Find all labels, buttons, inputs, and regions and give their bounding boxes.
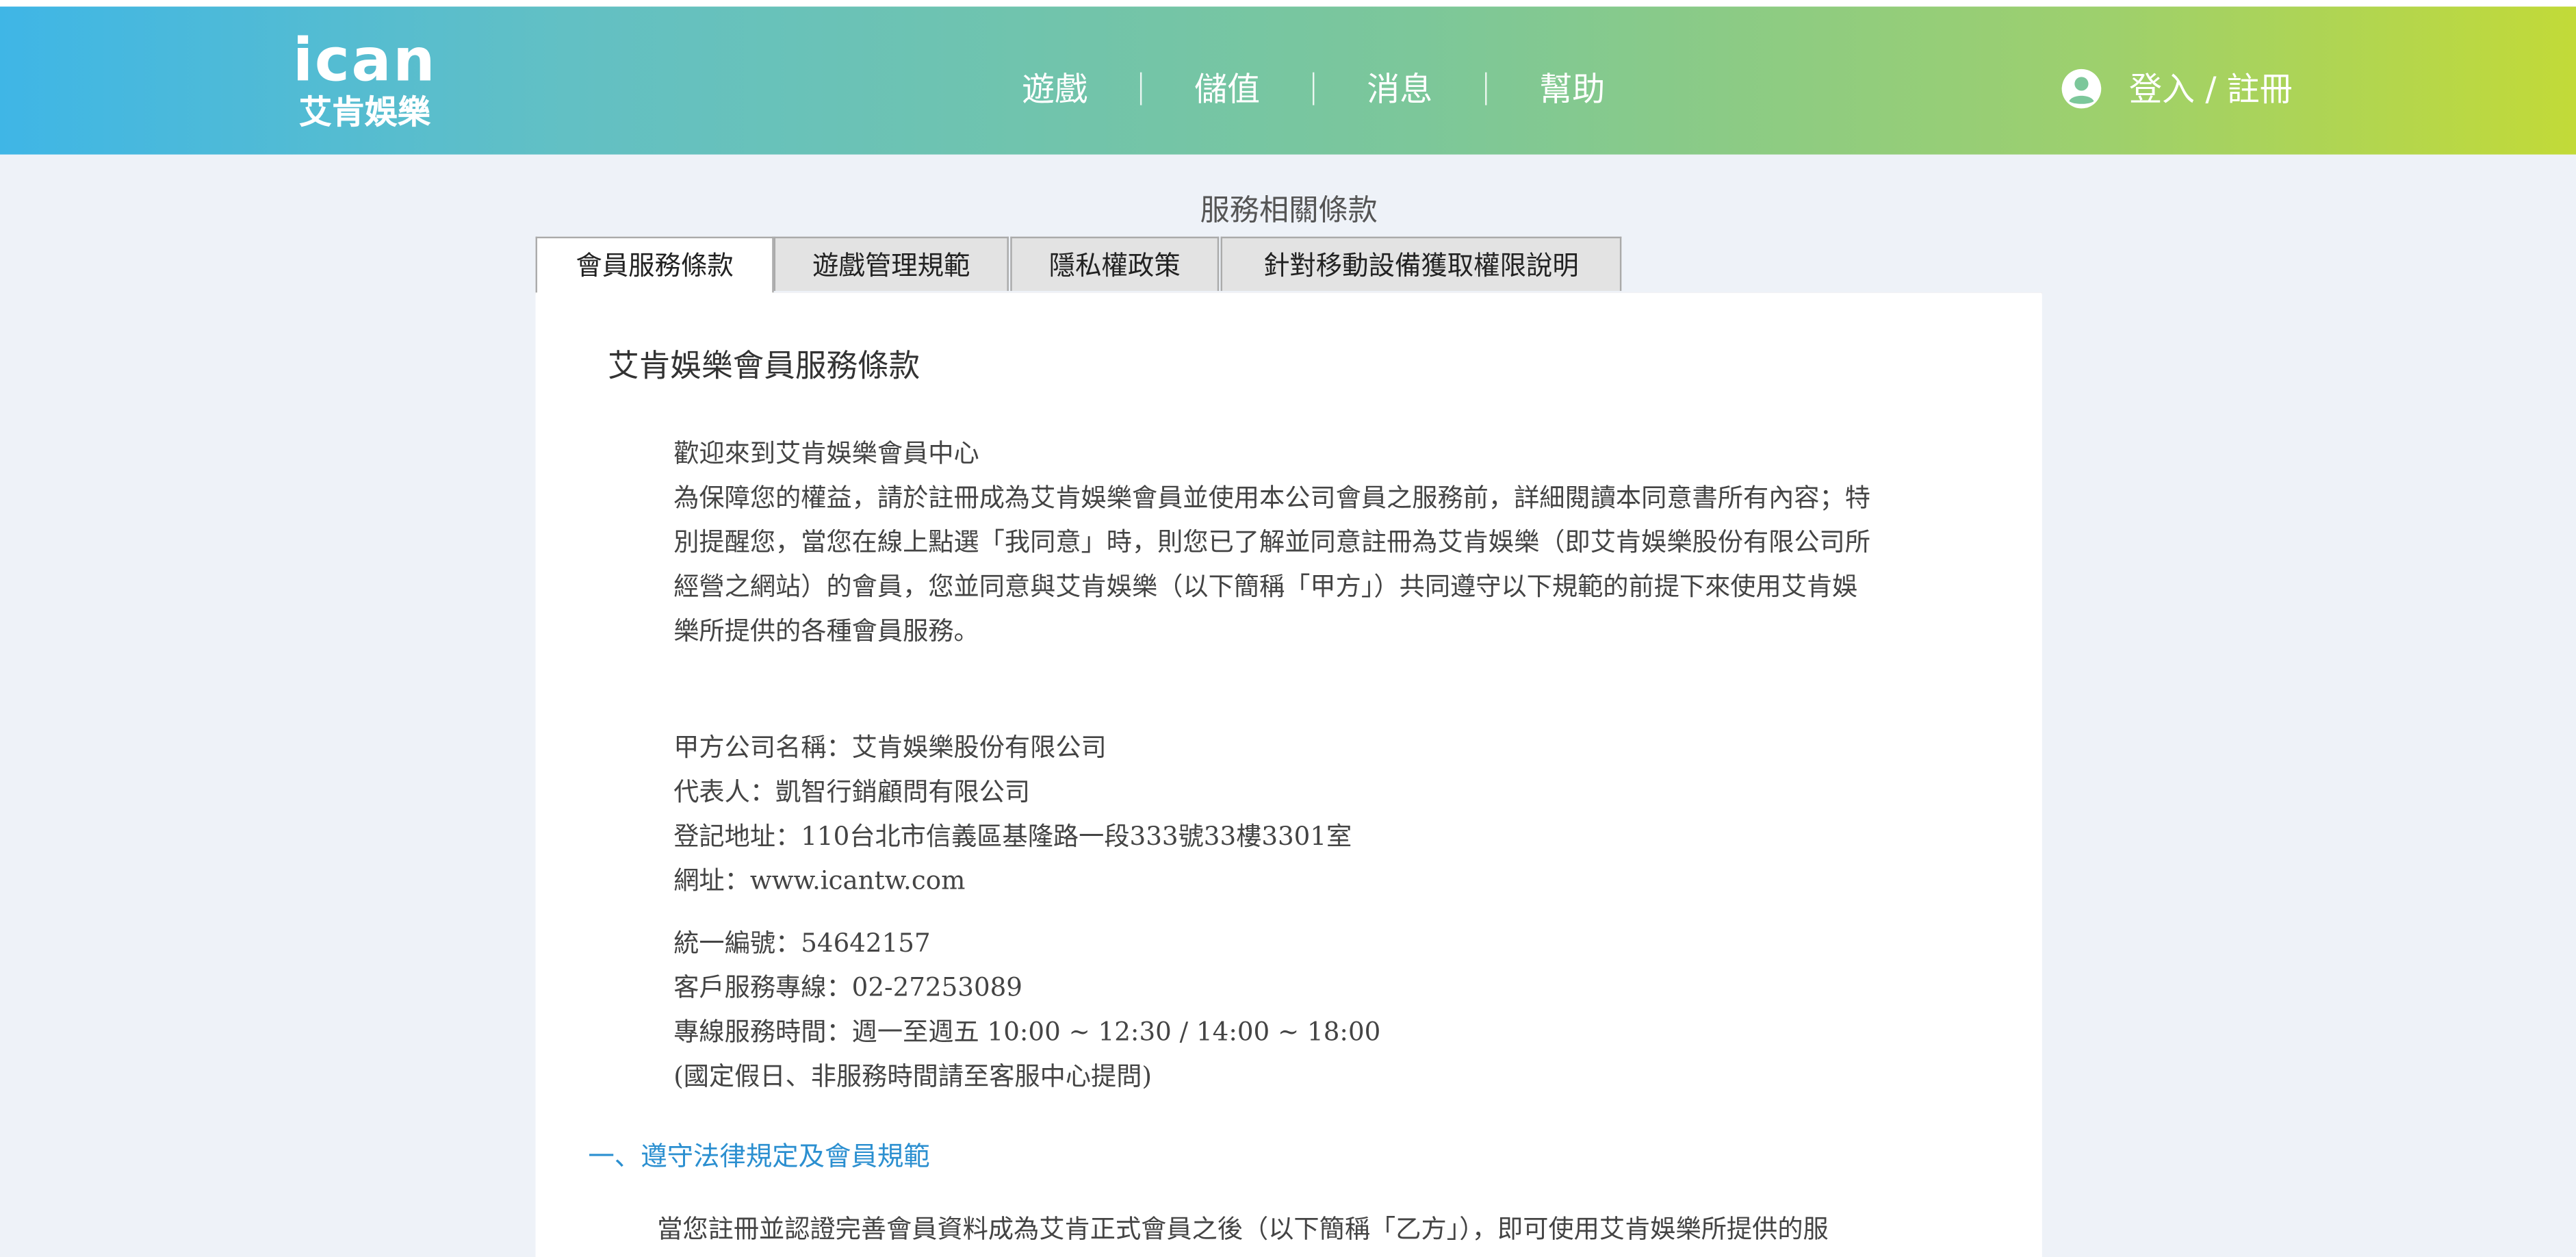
tab-privacy-policy[interactable]: 隱私權政策 (1010, 236, 1220, 291)
page-title: 服務相關條款 (1200, 194, 1378, 229)
company-address: 登記地址：110台北市信義區基隆路一段333號33樓3301室 (673, 822, 1352, 852)
section-1-text: 當您註冊並認證完善會員資料成為艾肯正式會員之後（以下簡稱「乙方」），即可使用艾肯… (657, 1214, 1829, 1245)
intro-line: 為保障您的權益，請於註冊成為艾肯娛樂會員並使用本公司會員之服務前，詳細閱讀本同意… (673, 483, 1871, 513)
site-logo[interactable]: ican 艾肯娛樂 (272, 29, 456, 138)
login-register-label: 登入 / 註冊 (2129, 68, 2293, 109)
user-circle-icon (2061, 68, 2102, 109)
tax-id: 統一編號：54642157 (673, 928, 931, 958)
service-hours: 專線服務時間：週一至週五 10:00 ~ 12:30 / 14:00 ~ 18:… (673, 1017, 1381, 1048)
intro-line: 別提醒您，當您在線上點選「我同意」時，則您已了解並同意註冊為艾肯娛樂（即艾肯娛樂… (673, 527, 1871, 557)
logo-text-en: ican (292, 27, 437, 96)
document-title: 艾肯娛樂會員服務條款 (608, 348, 920, 385)
tab-mobile-permissions[interactable]: 針對移動設備獲取權限說明 (1220, 236, 1622, 291)
contact-info: 統一編號：54642157 客戶服務專線：02-27253089 專線服務時間：… (673, 922, 1971, 1100)
company-website: 網址：www.icantw.com (673, 866, 966, 896)
terms-tabs: 會員服務條款 遊戲管理規範 隱私權政策 針對移動設備獲取權限說明 (535, 236, 2042, 294)
tab-member-terms[interactable]: 會員服務條款 (535, 236, 774, 294)
top-border (0, 0, 2576, 7)
nav-item-topup[interactable]: 儲值 (1142, 66, 1313, 112)
intro-line: 歡迎來到艾肯娛樂會員中心 (673, 438, 979, 469)
terms-content: 艾肯娛樂會員服務條款 歡迎來到艾肯娛樂會員中心 為保障您的權益，請於註冊成為艾肯… (535, 292, 2042, 1257)
company-representative: 代表人：凱智行銷顧問有限公司 (673, 777, 1031, 807)
logo-text-cn: 艾肯娛樂 (298, 92, 430, 132)
intro-line: 經營之網站）的會員，您並同意與艾肯娛樂（以下簡稱「甲方」）共同遵守以下規範的前提… (673, 572, 1858, 602)
tab-game-rules[interactable]: 遊戲管理規範 (773, 236, 1009, 291)
company-info: 甲方公司名稱：艾肯娛樂股份有限公司 代表人：凱智行銷顧問有限公司 登記地址：11… (673, 726, 1971, 904)
holiday-note: (國定假日、非服務時間請至客服中心提問) (673, 1061, 1152, 1091)
company-name: 甲方公司名稱：艾肯娛樂股份有限公司 (673, 733, 1107, 763)
service-hotline: 客戶服務專線：02-27253089 (673, 973, 1022, 1003)
intro-paragraph: 歡迎來到艾肯娛樂會員中心 為保障您的權益，請於註冊成為艾肯娛樂會員並使用本公司會… (673, 432, 1971, 654)
site-header: ican 艾肯娛樂 遊戲 儲值 消息 幫助 登入 / 註冊 (0, 6, 2576, 155)
nav-item-games[interactable]: 遊戲 (969, 66, 1140, 112)
section-1-title: 一、遵守法律規定及會員規範 (588, 1140, 930, 1172)
nav-item-news[interactable]: 消息 (1314, 66, 1485, 112)
login-register-link[interactable]: 登入 / 註冊 (2060, 66, 2293, 112)
page-root: ican 艾肯娛樂 遊戲 儲值 消息 幫助 登入 / 註冊 服務相關條款 會員服… (0, 0, 2576, 1257)
main-nav: 遊戲 儲值 消息 幫助 (969, 66, 1658, 112)
intro-line: 樂所提供的各種會員服務。 (673, 616, 979, 646)
nav-item-help[interactable]: 幫助 (1486, 66, 1658, 112)
